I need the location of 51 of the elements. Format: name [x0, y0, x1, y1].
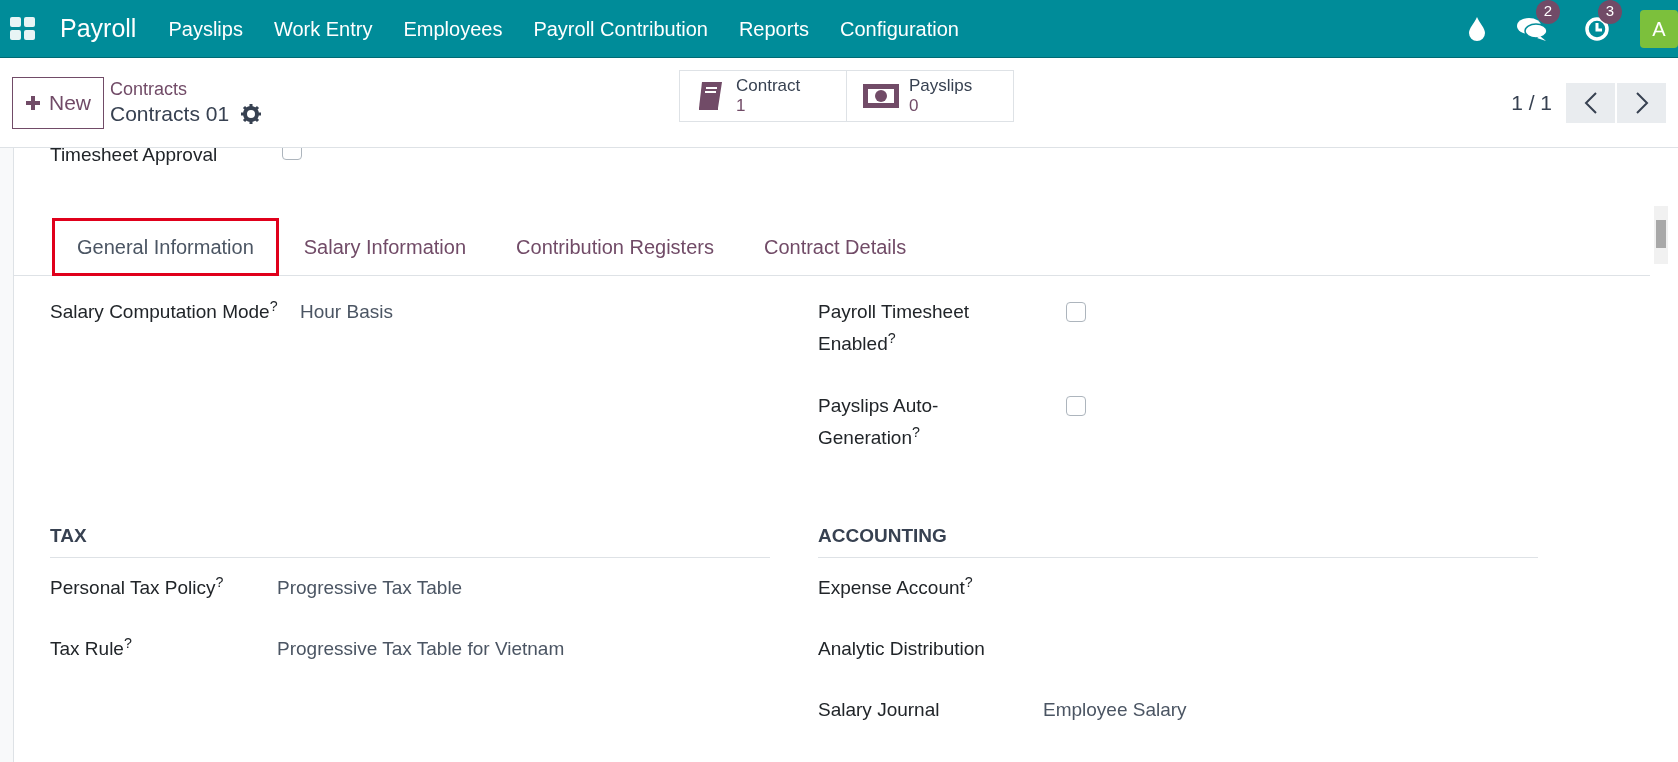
notification-badge: 2 — [1536, 0, 1560, 24]
field-value: Employee Salary — [1043, 697, 1187, 722]
field-label: Salary Journal — [818, 698, 941, 722]
section-heading: TAX — [50, 522, 770, 558]
tab[interactable]: General Information — [52, 218, 279, 276]
smart-button[interactable]: Payslips 0 — [846, 70, 1014, 122]
app-name[interactable]: Payroll — [60, 9, 137, 48]
field-label: Payslips Auto-Generation$^{?}$ — [818, 394, 940, 450]
settings-icon[interactable] — [241, 103, 262, 124]
field-label: Payroll Timesheet Enabled$^{?}$ — [818, 300, 970, 356]
section-heading: ACCOUNTING — [818, 522, 1538, 558]
plus-icon — [25, 94, 41, 111]
checkbox[interactable] — [1066, 396, 1086, 416]
menu-item[interactable]: Configuration — [839, 13, 959, 44]
tab[interactable]: Salary Information — [278, 218, 492, 276]
menu-item[interactable]: Employees — [403, 13, 503, 44]
smart-button-count: 1 — [736, 96, 747, 116]
smart-button-count: 0 — [909, 96, 920, 116]
chevron-left-icon — [1583, 90, 1598, 115]
breadcrumb-link[interactable]: Contracts — [110, 77, 262, 100]
field-label: Expense Account$^{?}$ — [818, 572, 974, 600]
pager-value: 1 / 1 — [1511, 89, 1552, 116]
menu-item[interactable]: Reports — [738, 13, 809, 44]
notification-badge: 3 — [1598, 0, 1622, 24]
tab[interactable]: Contribution Registers — [491, 218, 739, 276]
smart-button[interactable]: Contract 1 — [679, 70, 847, 122]
field-label: Personal Tax Policy$^{?}$ — [50, 572, 225, 600]
menu-item[interactable]: Work Entry — [273, 13, 373, 44]
field-value: Progressive Tax Table for Vietnam — [277, 636, 565, 661]
banknote-icon — [863, 84, 899, 108]
field-label: Tax Rule$^{?}$ — [50, 633, 133, 661]
field-label: Salary Computation Mode$^{?}$ — [50, 296, 279, 324]
record-title: Contracts 01 — [110, 100, 230, 127]
menu-item[interactable]: Payslips — [168, 13, 243, 44]
previous-button[interactable] — [1566, 82, 1615, 123]
next-button[interactable] — [1617, 82, 1666, 123]
smart-button-label: Payslips — [909, 76, 973, 96]
menu-item[interactable]: Payroll Contribution — [533, 13, 708, 44]
new-button[interactable]: New — [12, 76, 104, 129]
field-value: Progressive Tax Table — [277, 575, 463, 600]
apps-menu-icon[interactable] — [10, 16, 36, 41]
field-value: Hour Basis — [300, 300, 393, 324]
checkbox[interactable] — [1066, 302, 1086, 322]
field-label: Analytic Distribution — [818, 637, 986, 661]
scrollbar — [1654, 206, 1668, 264]
smart-button-label: Contract — [736, 76, 801, 96]
clock-icon[interactable] — [1584, 15, 1610, 42]
chat-icon[interactable] — [1516, 15, 1548, 42]
droplet-icon[interactable] — [1468, 16, 1486, 41]
chevron-right-icon — [1634, 90, 1649, 115]
tab[interactable]: Contract Details — [738, 218, 932, 276]
